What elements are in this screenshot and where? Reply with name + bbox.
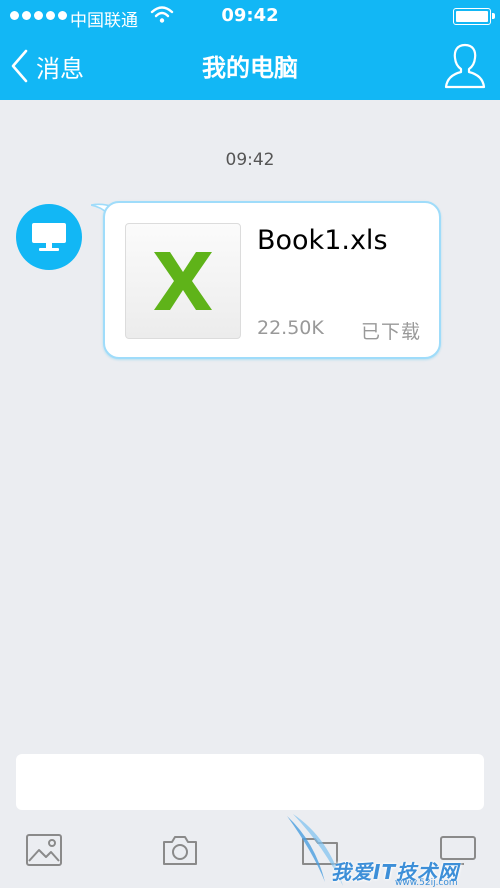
message-timestamp: 09:42 xyxy=(225,150,275,170)
folder-button[interactable] xyxy=(300,832,340,868)
computer-icon xyxy=(32,223,66,251)
screen-button[interactable] xyxy=(438,832,478,868)
battery-icon xyxy=(453,8,495,25)
status-bar: 中国联通 09:42 xyxy=(0,0,500,34)
screen-icon xyxy=(440,836,476,865)
status-time: 09:42 xyxy=(221,5,279,26)
folder-icon xyxy=(302,838,338,865)
file-size: 22.50K xyxy=(257,317,324,339)
profile-icon[interactable] xyxy=(443,42,487,90)
top-bar: 中国联通 09:42 消息 我的电脑 xyxy=(0,0,500,100)
download-status: 已下载 xyxy=(360,321,421,343)
camera-button[interactable] xyxy=(160,832,200,868)
message-input[interactable] xyxy=(16,754,484,810)
excel-file-icon xyxy=(125,223,241,339)
camera-icon xyxy=(163,836,197,865)
page-title: 我的电脑 xyxy=(202,54,298,82)
avatar[interactable] xyxy=(16,204,82,270)
file-message-bubble[interactable]: Book1.xls 22.50K 已下载 xyxy=(103,201,441,359)
image-icon xyxy=(26,834,62,866)
input-toolbar xyxy=(0,822,500,888)
image-button[interactable] xyxy=(24,832,64,868)
file-name: Book1.xls xyxy=(257,225,388,256)
